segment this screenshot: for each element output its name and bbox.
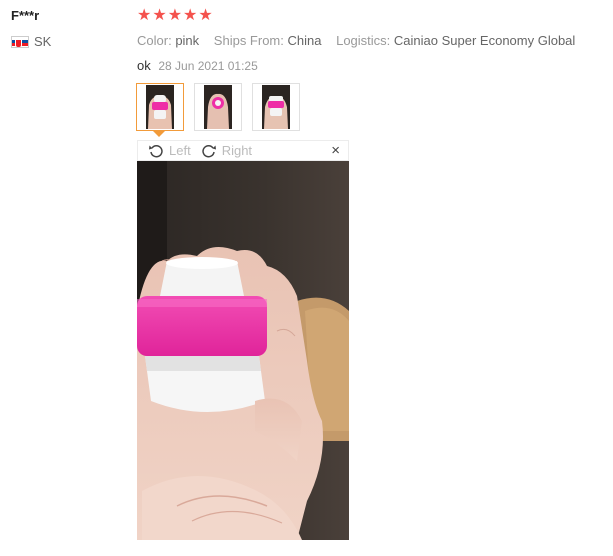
active-thumbnail-pointer bbox=[153, 131, 165, 137]
slovakia-flag-icon bbox=[11, 35, 29, 48]
review-date: 28 Jun 2021 01:25 bbox=[158, 59, 258, 73]
star-icon: ★ bbox=[167, 7, 183, 24]
star-icon: ★ bbox=[198, 7, 213, 24]
logistics-label: Logistics: bbox=[336, 33, 391, 48]
photo-thumbnail-3[interactable] bbox=[252, 83, 300, 131]
star-rating: ★ ★ ★ ★ ★ bbox=[137, 7, 213, 25]
ships-from-label: Ships From: bbox=[213, 33, 284, 48]
review-body: ok 28 Jun 2021 01:25 bbox=[137, 58, 258, 73]
color-value: pink bbox=[175, 33, 200, 48]
photo-thumbnail-image bbox=[146, 85, 174, 129]
photo-thumbnail-image bbox=[204, 85, 232, 129]
review-photo-large bbox=[137, 161, 349, 540]
rotate-right-label: Right bbox=[221, 143, 253, 158]
photo-viewer-toolbar: Left Right × bbox=[137, 140, 349, 161]
order-attributes: Color: pink Ships From: China Logistics:… bbox=[137, 33, 586, 48]
photo-thumbnails bbox=[136, 83, 300, 131]
star-icon: ★ bbox=[137, 7, 152, 24]
rotate-right-button[interactable]: Right bbox=[201, 143, 252, 159]
review-text: ok bbox=[137, 58, 151, 73]
color-label: Color: bbox=[137, 33, 172, 48]
reviewer-name: F***r bbox=[11, 8, 40, 23]
rotate-right-icon bbox=[202, 144, 216, 157]
close-viewer-button[interactable]: × bbox=[331, 142, 340, 159]
photo-thumbnail-image bbox=[262, 85, 290, 129]
rotate-left-button[interactable]: Left bbox=[148, 143, 191, 159]
logistics-value: Cainiao Super Economy Global bbox=[393, 33, 576, 48]
rotate-left-label: Left bbox=[169, 143, 191, 158]
country-code: SK bbox=[34, 34, 52, 49]
photo-thumbnail-2[interactable] bbox=[194, 83, 242, 131]
photo-thumbnail-1[interactable] bbox=[136, 83, 184, 131]
star-icon: ★ bbox=[183, 7, 198, 24]
reviewer-country: SK bbox=[11, 34, 51, 49]
ships-from-value: China bbox=[287, 33, 322, 48]
star-icon: ★ bbox=[152, 7, 167, 24]
rotate-left-icon bbox=[149, 144, 163, 157]
